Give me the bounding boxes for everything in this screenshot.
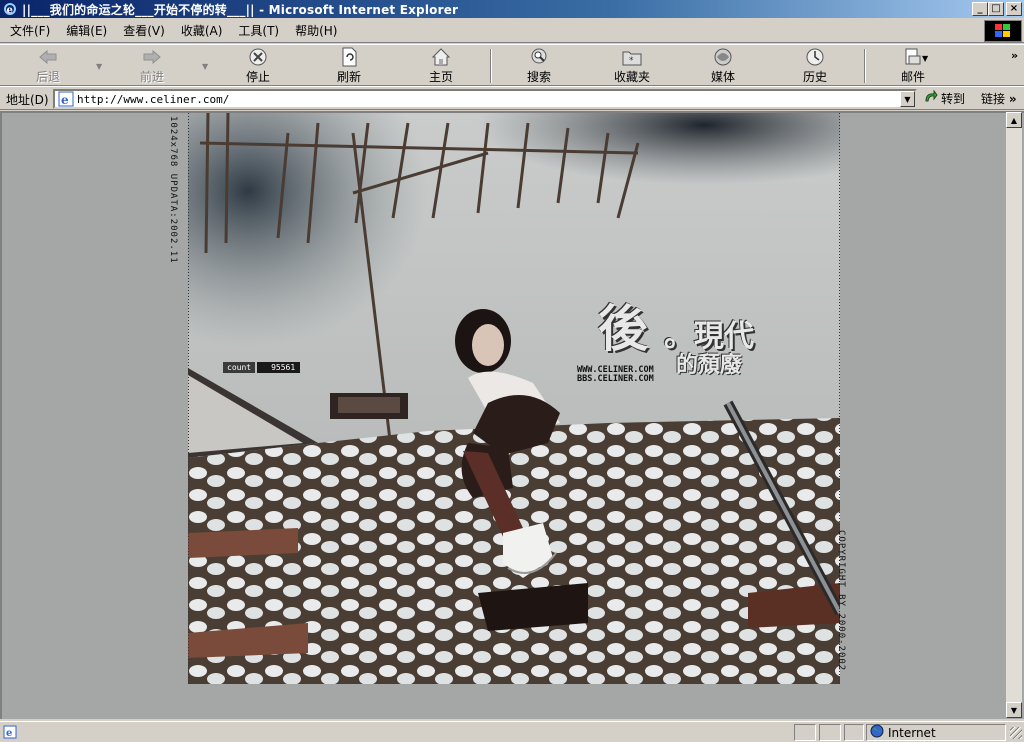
search-button[interactable]: 搜索 — [521, 47, 557, 85]
hero-artwork-image — [188, 113, 840, 684]
counter-value: 95561 — [257, 362, 301, 373]
links-button[interactable]: 链接 » — [981, 90, 1017, 107]
back-dropdown-icon[interactable]: ▼ — [96, 62, 102, 71]
counter-label: count — [223, 362, 256, 373]
windows-logo-icon — [984, 20, 1022, 42]
back-label: 后退 — [35, 70, 60, 84]
svg-text:e: e — [61, 93, 69, 107]
zone-label: Internet — [888, 725, 936, 740]
arrow-up-icon: ▲ — [1010, 115, 1018, 125]
scroll-down-button[interactable]: ▼ — [1006, 702, 1022, 718]
go-button[interactable]: 转到 — [924, 89, 966, 107]
status-panel — [794, 724, 816, 741]
refresh-label: 刷新 — [336, 70, 361, 84]
close-button[interactable]: × — [1006, 2, 1022, 16]
home-label: 主页 — [428, 70, 453, 84]
stop-label: 停止 — [245, 70, 270, 84]
history-icon — [804, 47, 826, 67]
window-title: ||___我们的命运之轮___开始不停的转___|| - Microsoft I… — [22, 2, 459, 17]
status-panel — [844, 724, 864, 741]
media-icon — [712, 47, 734, 67]
chevron-down-icon: ▼ — [904, 94, 911, 104]
forward-dropdown-icon[interactable]: ▼ — [202, 62, 208, 71]
menu-file[interactable]: 文件(F) — [2, 20, 58, 42]
ie-logo-icon: e — [2, 1, 18, 17]
brand-logo-subtitle[interactable]: 的頹廢 — [676, 354, 742, 376]
favorites-folder-icon: * — [621, 47, 643, 67]
brand-logo-char[interactable]: 後 — [598, 304, 648, 354]
home-button[interactable]: 主页 — [423, 47, 459, 85]
back-arrow-icon — [37, 47, 59, 67]
copyright-note: COPYRIGHT BY 2000-2002 — [836, 530, 846, 672]
visit-counter: count 95561 — [223, 362, 301, 373]
bbs-link[interactable]: BBS.CELINER.COM — [577, 375, 654, 384]
favorites-label: 收藏夹 — [613, 70, 650, 84]
links-label: 链接 — [981, 92, 1006, 106]
stop-button[interactable]: 停止 — [240, 47, 276, 85]
mail-button[interactable]: 邮件 — [895, 47, 931, 85]
resize-grip[interactable] — [1010, 727, 1022, 739]
search-icon — [528, 47, 550, 67]
status-panel — [819, 724, 841, 741]
menu-edit[interactable]: 编辑(E) — [58, 20, 115, 42]
scroll-up-button[interactable]: ▲ — [1006, 112, 1022, 128]
address-bar: 地址(D) e ▼ 转到 链接 » — [0, 86, 1024, 110]
mail-icon — [902, 47, 924, 67]
mail-dropdown-icon[interactable]: ▼ — [922, 54, 928, 63]
title-bar: e ||___我们的命运之轮___开始不停的转___|| - Microsoft… — [0, 0, 1024, 18]
address-field[interactable]: e ▼ — [53, 89, 917, 109]
media-label: 媒体 — [710, 70, 735, 84]
menu-favorites[interactable]: 收藏(A) — [173, 20, 231, 42]
toolbar-separator — [864, 49, 866, 83]
standard-toolbar: 后退 ▼ 前进 ▼ 停止 刷新 主页 搜索 * 收藏夹 媒体 历史 邮件 ▼ » — [0, 44, 1024, 86]
vertical-scrollbar[interactable]: ▲ ▼ — [1006, 112, 1022, 718]
address-input[interactable] — [77, 92, 877, 106]
menu-help[interactable]: 帮助(H) — [287, 20, 345, 42]
history-button[interactable]: 历史 — [797, 47, 833, 85]
menu-tools[interactable]: 工具(T) — [230, 20, 287, 42]
search-label: 搜索 — [526, 70, 551, 84]
mail-label: 邮件 — [900, 70, 925, 84]
maximize-icon: □ — [991, 3, 1001, 14]
resolution-update-note: 1024x768 UPDATA:2002.11 — [168, 116, 178, 264]
address-label: 地址(D) — [6, 93, 49, 107]
arrow-down-icon: ▼ — [1010, 705, 1018, 715]
refresh-button[interactable]: 刷新 — [331, 47, 367, 85]
minimize-icon: _ — [977, 3, 983, 14]
brand-logo-title[interactable]: 。現代 — [664, 322, 754, 352]
history-label: 历史 — [802, 70, 827, 84]
site-links[interactable]: WWW.CELINER.COM BBS.CELINER.COM — [577, 366, 654, 384]
page-icon: e — [58, 91, 74, 107]
media-button[interactable]: 媒体 — [705, 47, 741, 85]
minimize-button[interactable]: _ — [972, 2, 988, 16]
security-zone-panel: Internet — [866, 724, 1006, 741]
go-arrow-icon — [924, 89, 938, 107]
internet-globe-icon — [870, 724, 884, 741]
stop-icon — [247, 47, 269, 67]
forward-arrow-icon — [141, 47, 163, 67]
favorites-button[interactable]: * 收藏夹 — [608, 47, 656, 85]
address-dropdown-button[interactable]: ▼ — [900, 91, 915, 107]
back-button[interactable]: 后退 — [30, 47, 66, 85]
maximize-button[interactable]: □ — [988, 2, 1004, 16]
links-more-chevron: » — [1008, 92, 1017, 106]
toolbar-separator — [490, 49, 492, 83]
close-icon: × — [1009, 3, 1019, 14]
forward-label: 前进 — [139, 70, 164, 84]
refresh-icon — [338, 47, 360, 67]
go-label: 转到 — [941, 92, 966, 106]
home-icon — [430, 47, 452, 67]
menu-view[interactable]: 查看(V) — [115, 20, 173, 42]
status-bar: e Internet — [0, 721, 1024, 741]
svg-text:e: e — [7, 5, 13, 16]
forward-button[interactable]: 前进 — [134, 47, 170, 85]
toolbar-more-chevron[interactable]: » — [1011, 49, 1018, 62]
menu-bar: 文件(F) 编辑(E) 查看(V) 收藏(A) 工具(T) 帮助(H) — [0, 19, 1024, 43]
svg-text:*: * — [629, 56, 634, 66]
status-text-panel — [2, 724, 790, 741]
